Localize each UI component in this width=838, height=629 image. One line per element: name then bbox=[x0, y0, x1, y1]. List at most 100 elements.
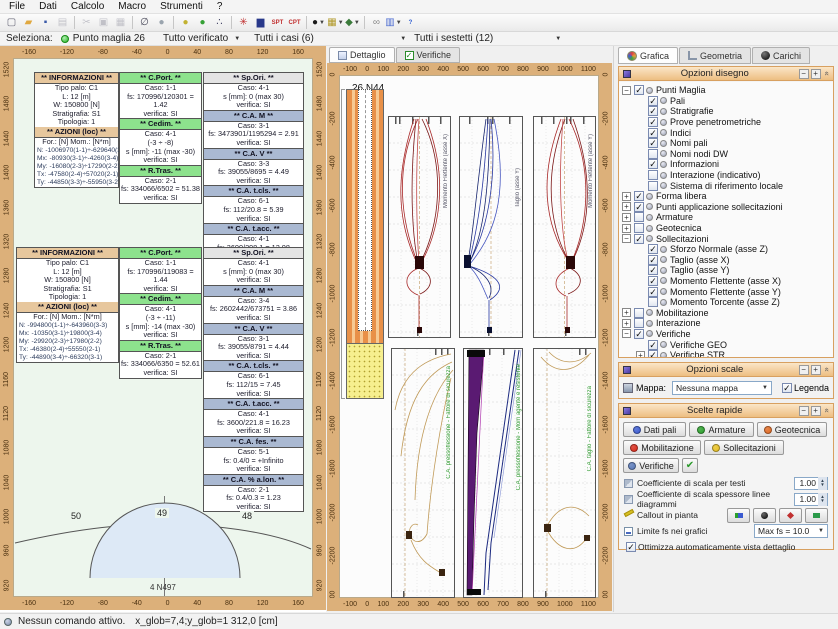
tree-item[interactable]: Nomi nodi DW bbox=[619, 149, 833, 160]
detail-canvas[interactable]: 26 N44 bbox=[339, 75, 599, 598]
sphere-gray-icon[interactable]: ● bbox=[153, 15, 170, 31]
expander-icon[interactable]: + bbox=[622, 192, 631, 201]
checkbox[interactable]: ✓ bbox=[648, 96, 658, 106]
user-green-icon[interactable]: ● bbox=[194, 15, 211, 31]
callout-squares-button[interactable] bbox=[727, 508, 750, 523]
menu-item[interactable]: Macro bbox=[111, 1, 153, 12]
callout-sphere-button[interactable] bbox=[753, 508, 776, 523]
tree-item[interactable]: −✓Punti Maglia bbox=[619, 85, 833, 96]
tree-item[interactable]: ✓Momento Flettente (asse X) bbox=[619, 276, 833, 287]
tree-item[interactable]: −✓Verifiche bbox=[619, 329, 833, 340]
expander-icon[interactable]: − bbox=[622, 86, 631, 95]
tree-item[interactable]: ✓Taglio (asse X) bbox=[619, 255, 833, 266]
quick-button-armature[interactable]: Armature bbox=[689, 422, 754, 437]
checkbox[interactable] bbox=[648, 297, 658, 307]
sphere-yellow-icon[interactable]: ● bbox=[177, 15, 194, 31]
checkbox[interactable] bbox=[648, 149, 658, 159]
collapse-all-icon[interactable]: « bbox=[822, 367, 831, 371]
checkbox[interactable]: ✓ bbox=[648, 117, 658, 127]
checkbox[interactable] bbox=[634, 223, 644, 233]
tab-geometria[interactable]: Geometria bbox=[679, 47, 751, 64]
tree-item[interactable]: +✓Verifiche STR bbox=[619, 350, 833, 357]
tree-item[interactable]: +Mobilitazione bbox=[619, 307, 833, 318]
tree-item[interactable]: −✓Sollecitazioni bbox=[619, 233, 833, 244]
expand-button[interactable]: + bbox=[811, 365, 821, 375]
checkbox[interactable]: ✓ bbox=[648, 276, 658, 286]
quick-button-verifiche[interactable]: Verifiche bbox=[623, 458, 679, 473]
tree-item[interactable]: +Armature bbox=[619, 212, 833, 223]
image-icon[interactable]: ▆ bbox=[252, 15, 269, 31]
new-document-icon[interactable]: ▢ bbox=[3, 15, 20, 31]
checkbox[interactable]: ✓ bbox=[634, 191, 644, 201]
quick-button-mobilitazione[interactable]: Mobilitazione bbox=[623, 440, 701, 455]
quick-button-dati-pali[interactable]: Dati pali bbox=[623, 422, 686, 437]
spinner-arrows-icon[interactable]: ▲▼ bbox=[818, 493, 827, 506]
menu-item[interactable]: File bbox=[2, 1, 32, 12]
group-icon[interactable]: ∴ bbox=[211, 15, 228, 31]
map-select[interactable]: Nessuna mappa▼ bbox=[672, 381, 772, 395]
menu-item[interactable]: ? bbox=[210, 1, 230, 12]
callout-green-button[interactable] bbox=[805, 508, 828, 523]
spt-icon[interactable]: SPT bbox=[269, 15, 286, 31]
tree-item[interactable]: ✓Taglio (asse Y) bbox=[619, 265, 833, 276]
expander-icon[interactable]: + bbox=[622, 308, 631, 317]
open-folder-icon[interactable]: ▰ bbox=[20, 15, 37, 31]
checkbox[interactable]: ✓ bbox=[648, 138, 658, 148]
tree-item[interactable]: ✓Momento Flettente (asse Y) bbox=[619, 286, 833, 297]
expander-icon[interactable]: + bbox=[622, 319, 631, 328]
tab-verifiche[interactable]: ✓Verifiche bbox=[396, 47, 461, 63]
checkbox[interactable] bbox=[648, 170, 658, 180]
help-icon[interactable]: ? bbox=[402, 15, 419, 31]
expander-icon[interactable]: − bbox=[622, 234, 631, 243]
tab-dettaglio[interactable]: Dettaglio bbox=[329, 47, 395, 63]
tree-item[interactable]: ✓Sforzo Normale (asse Z) bbox=[619, 244, 833, 255]
expand-button[interactable]: + bbox=[811, 69, 821, 79]
collapse-button[interactable]: − bbox=[799, 406, 809, 416]
attachment-icon[interactable]: ∅ bbox=[136, 15, 153, 31]
checkbox[interactable]: ✓ bbox=[648, 350, 658, 357]
tree-item[interactable]: Sistema di riferimento locale bbox=[619, 180, 833, 191]
sphere-black-icon[interactable]: ●▼ bbox=[310, 15, 327, 31]
menu-item[interactable]: Strumenti bbox=[153, 1, 210, 12]
collapse-button[interactable]: − bbox=[799, 365, 809, 375]
legenda-checkbox[interactable]: ✓ bbox=[782, 383, 792, 393]
quick-button-sollecitazioni[interactable]: Sollecitazioni bbox=[704, 440, 784, 455]
network-red-icon[interactable]: ✳ bbox=[235, 15, 252, 31]
sextets-dropdown[interactable]: Tutti i sestetti (12)▼ bbox=[414, 33, 561, 44]
collapse-all-icon[interactable]: « bbox=[822, 408, 831, 412]
expander-icon[interactable]: + bbox=[622, 213, 631, 222]
cases-dropdown[interactable]: Tutti i casi (6)▼ bbox=[254, 33, 406, 44]
expander-icon[interactable]: + bbox=[622, 202, 631, 211]
callout-red-button[interactable] bbox=[779, 508, 802, 523]
tree-item[interactable]: ✓Pali bbox=[619, 96, 833, 107]
expander-icon[interactable]: + bbox=[636, 351, 645, 357]
verify-ok-button[interactable]: ✔ bbox=[682, 458, 698, 473]
collapse-button[interactable]: − bbox=[799, 69, 809, 79]
checkbox[interactable] bbox=[634, 308, 644, 318]
checkbox[interactable]: ✓ bbox=[648, 265, 658, 275]
checkbox[interactable]: ✓ bbox=[648, 106, 658, 116]
checkbox[interactable] bbox=[634, 212, 644, 222]
menu-item[interactable]: Dati bbox=[32, 1, 64, 12]
checkbox[interactable]: ✓ bbox=[648, 340, 658, 350]
checkbox[interactable]: ✓ bbox=[648, 287, 658, 297]
tree-item[interactable]: ✓Informazioni bbox=[619, 159, 833, 170]
checkbox[interactable]: ✓ bbox=[634, 234, 644, 244]
tab-grafica[interactable]: Grafica bbox=[618, 47, 678, 64]
checkbox[interactable]: ✓ bbox=[648, 159, 658, 169]
optimize-checkbox[interactable]: ✓ bbox=[626, 542, 636, 552]
tree-item[interactable]: ✓Nomi pali bbox=[619, 138, 833, 149]
fs-limit-select[interactable]: Max fs = 10.0▼ bbox=[754, 524, 828, 538]
grid-icon[interactable]: ▦▼ bbox=[327, 15, 344, 31]
checkbox[interactable]: ✓ bbox=[634, 329, 644, 339]
tree-item[interactable]: +✓Forma libera bbox=[619, 191, 833, 202]
tree-item[interactable]: ✓Stratigrafie bbox=[619, 106, 833, 117]
tree-item[interactable]: +Geotecnica bbox=[619, 223, 833, 234]
collapse-all-icon[interactable]: « bbox=[822, 71, 831, 75]
share-icon[interactable]: ◆▼ bbox=[344, 15, 361, 31]
layout-icon[interactable]: ▥▼ bbox=[385, 15, 402, 31]
checkbox[interactable]: ✓ bbox=[648, 255, 658, 265]
tree-item[interactable]: +Interazione bbox=[619, 318, 833, 329]
quick-button-geotecnica[interactable]: Geotecnica bbox=[757, 422, 827, 437]
cpt-icon[interactable]: CPT bbox=[286, 15, 303, 31]
